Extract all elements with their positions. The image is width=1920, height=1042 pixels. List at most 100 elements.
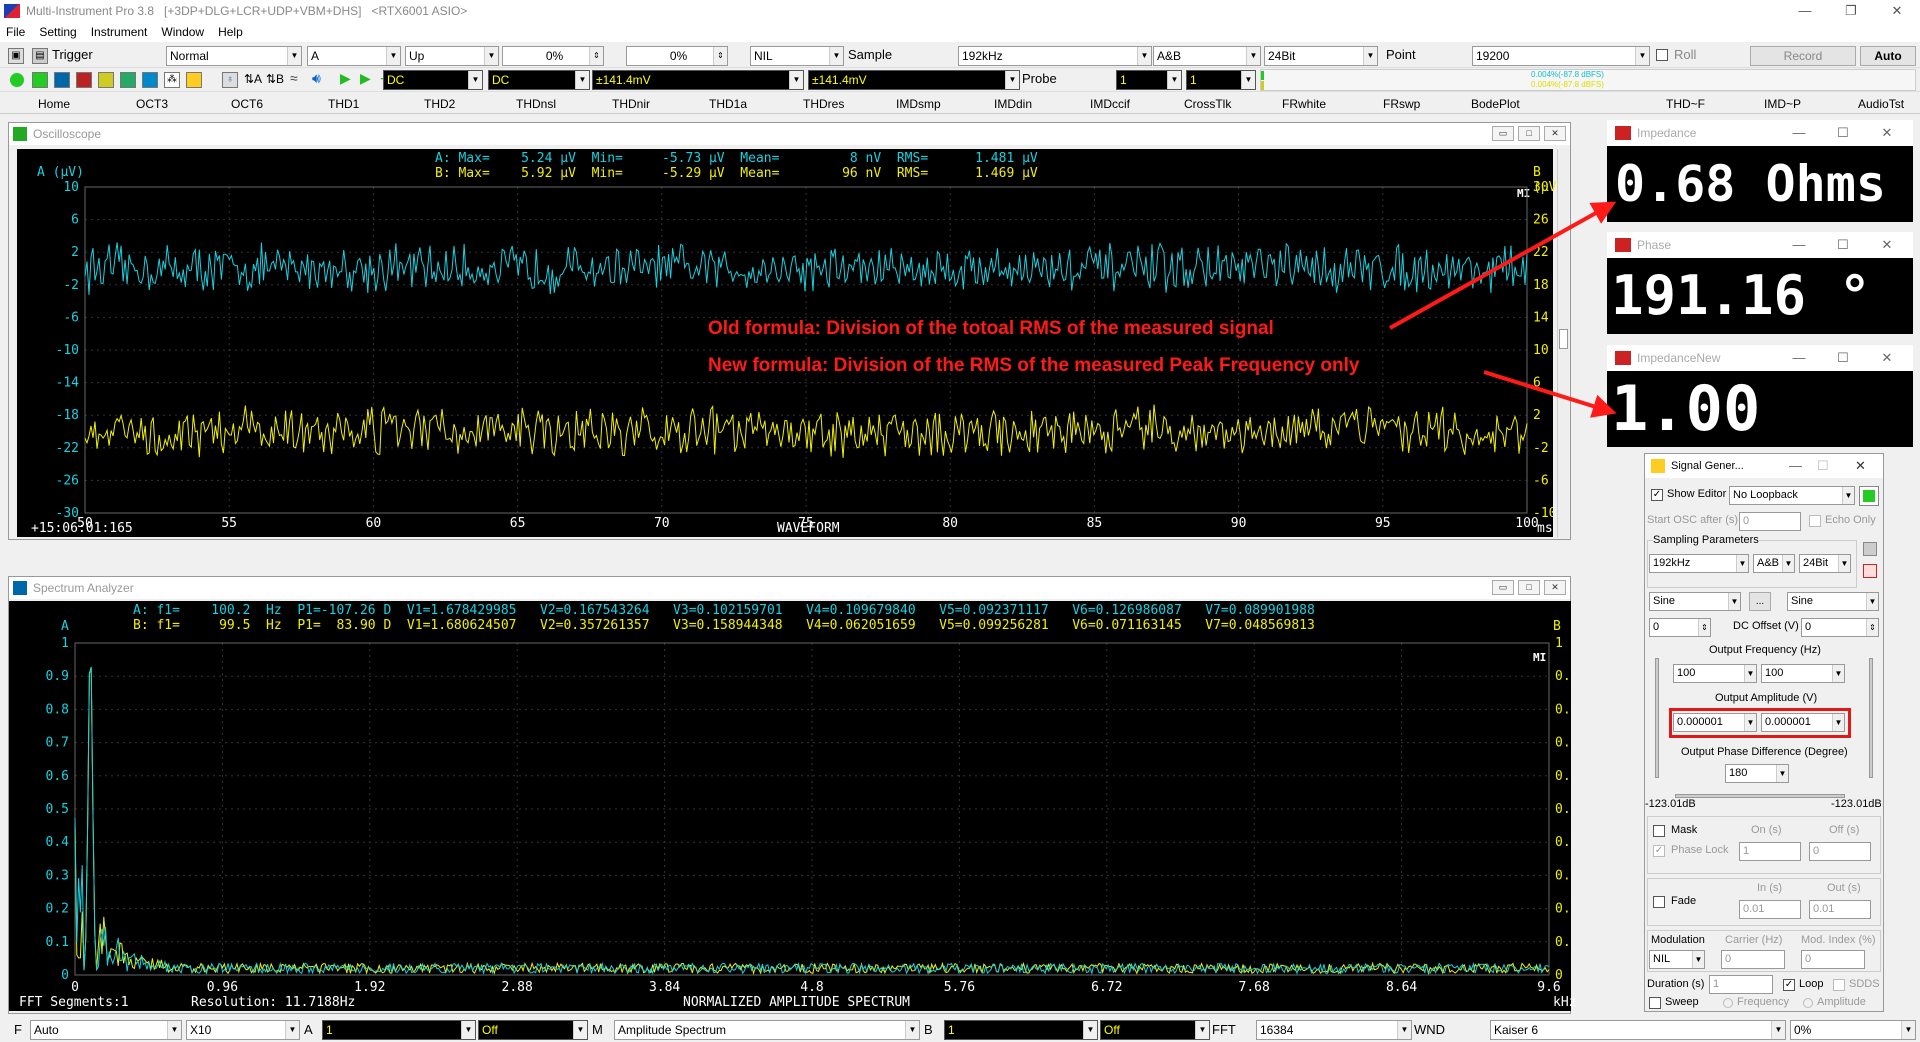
oscilloscope-display[interactable]: A: Max= 5.24 µV Min= -5.73 µV Mean= 8 nV… [17, 149, 1564, 537]
phase-difference-select[interactable]: 180 ▼ [1725, 764, 1789, 783]
osc-scrollbar[interactable] [1557, 149, 1569, 537]
tab-thd2[interactable]: THD2 [424, 97, 455, 111]
minimize-icon[interactable]: — [1789, 458, 1802, 473]
probe-a-select[interactable]: 1 ▼ [1116, 70, 1182, 90]
maximize-icon[interactable]: ☐ [1821, 345, 1865, 371]
fade-in-input[interactable]: 0.01 [1739, 900, 1801, 919]
minimize-icon[interactable]: ▭ [1492, 126, 1514, 141]
spectrum-icon[interactable] [54, 72, 70, 88]
menu-help[interactable]: Help [218, 25, 243, 39]
dc-offset-b-input[interactable]: 0 ⇕ [1801, 618, 1879, 637]
phase-plot-icon[interactable] [120, 72, 136, 88]
amplitude-b-slider[interactable] [1869, 658, 1873, 778]
amplitude-a-select[interactable]: 0.000001 ▼ [1673, 713, 1757, 732]
sweep-frequency-radio[interactable] [1723, 998, 1733, 1008]
sdds-checkbox[interactable] [1833, 979, 1845, 991]
stepper-icon[interactable]: ⇕ [713, 47, 727, 65]
probe-b-select[interactable]: 1 ▼ [1186, 70, 1256, 90]
tab-oct3[interactable]: OCT3 [136, 97, 168, 111]
play-loop-icon[interactable]: ▶ [360, 70, 371, 87]
amplitude-a-slider[interactable] [1655, 658, 1659, 778]
window-function-select[interactable]: Kaiser 6 ▼ [1490, 1020, 1786, 1040]
close-icon[interactable]: ✕ [1865, 120, 1909, 146]
maximize-icon[interactable]: □ [1518, 580, 1540, 595]
a-off-select[interactable]: Off ▼ [478, 1020, 588, 1040]
duration-input[interactable]: 1 [1709, 975, 1773, 994]
minimize-icon[interactable]: ▭ [1492, 580, 1514, 595]
fade-checkbox[interactable] [1653, 896, 1665, 908]
calibration-icon[interactable]: ♁ [222, 72, 238, 88]
carrier-input[interactable]: 0 [1721, 950, 1785, 969]
channel-b-icon[interactable]: ⇅B [266, 72, 284, 86]
spectrogram-icon[interactable] [76, 72, 92, 88]
frequency-a-select[interactable]: 100 ▼ [1673, 664, 1757, 683]
trigger-level-stepper[interactable]: 0% ⇕ [502, 46, 604, 66]
sweep-checkbox[interactable] [1649, 997, 1661, 1009]
show-editor-checkbox[interactable]: ✓ [1651, 489, 1663, 501]
tab-oct6[interactable]: OCT6 [231, 97, 263, 111]
tab-bodeplot[interactable]: BodePlot [1471, 97, 1520, 111]
device-test-icon[interactable]: ⁂ [164, 72, 180, 88]
loop-checkbox[interactable]: ✓ [1783, 979, 1795, 991]
sample-rate-select[interactable]: 192kHz ▼ [958, 46, 1152, 66]
close-icon[interactable]: ✕ [1544, 580, 1566, 595]
b-channel-select[interactable]: 1 ▼ [944, 1020, 1098, 1040]
mask-off-input[interactable]: 0 [1809, 842, 1871, 861]
restore-icon[interactable]: ❐ [1828, 0, 1874, 22]
minimize-icon[interactable]: — [1777, 120, 1821, 146]
waveform-b-select[interactable]: Sine ▼ [1787, 592, 1879, 611]
trigger-mode-select[interactable]: Normal ▼ [166, 46, 302, 66]
save-icon[interactable] [1863, 542, 1877, 556]
menu-window[interactable]: Window [161, 25, 204, 39]
mask-on-input[interactable]: 1 [1739, 842, 1801, 861]
spectrum-display[interactable]: A: f1= 100.2 Hz P1=-107.26 D V1=1.678429… [9, 601, 1576, 1011]
mask-checkbox[interactable] [1653, 825, 1665, 837]
echo-only-checkbox[interactable] [1809, 515, 1821, 527]
b-off-select[interactable]: Off ▼ [1100, 1020, 1210, 1040]
coupling-b-select[interactable]: DC ▼ [488, 70, 590, 90]
waveform-editor-icon[interactable] [1863, 564, 1877, 578]
generator-toggle[interactable] [1859, 486, 1879, 506]
tab-thd1[interactable]: THD1 [328, 97, 359, 111]
close-icon[interactable]: ✕ [1874, 0, 1920, 22]
stepper-icon[interactable]: ⇕ [589, 47, 603, 65]
tab-thd1a[interactable]: THD1a [709, 97, 747, 111]
tab-thdres[interactable]: THDres [803, 97, 844, 111]
channels-select[interactable]: A&B ▼ [1153, 46, 1261, 66]
a-channel-select[interactable]: 1 ▼ [322, 1020, 476, 1040]
menu-file[interactable]: File [6, 25, 25, 39]
points-select[interactable]: 19200 ▼ [1472, 46, 1650, 66]
nil-select[interactable]: NIL ▼ [750, 46, 844, 66]
sweep-amplitude-radio[interactable] [1803, 998, 1813, 1008]
tab-home[interactable]: Home [38, 97, 70, 111]
menu-instrument[interactable]: Instrument [91, 25, 148, 39]
tab-imddin[interactable]: IMDdin [994, 97, 1032, 111]
siggen-channel-select[interactable]: A&B ▼ [1753, 554, 1795, 573]
record-button[interactable]: Record [1750, 46, 1856, 66]
percent-select[interactable]: 0% ▼ [1790, 1020, 1916, 1040]
range-b-select[interactable]: ±141.4mV ▼ [808, 70, 1020, 90]
tab-crosstlk[interactable]: CrossTlk [1184, 97, 1231, 111]
channel-a-icon[interactable]: ⇅A [244, 72, 262, 86]
signal-icon[interactable]: ≈ [290, 70, 298, 86]
tab-thdnir[interactable]: THDnir [612, 97, 650, 111]
run-indicator-icon[interactable] [10, 73, 24, 87]
balance-slider[interactable] [1675, 794, 1845, 798]
f-mode-select[interactable]: Auto ▼ [30, 1020, 182, 1040]
multimeter-icon[interactable] [98, 72, 114, 88]
zoom-select[interactable]: X10 ▼ [186, 1020, 300, 1040]
minimize-icon[interactable]: — [1777, 232, 1821, 258]
play-icon[interactable]: ▶ [340, 70, 351, 87]
close-icon[interactable]: ✕ [1865, 232, 1909, 258]
maximize-icon[interactable]: ☐ [1821, 120, 1865, 146]
menu-setting[interactable]: Setting [39, 25, 76, 39]
coupling-a-select[interactable]: DC ▼ [383, 70, 483, 90]
close-icon[interactable]: ✕ [1855, 458, 1866, 474]
auto-button[interactable]: Auto [1860, 46, 1916, 66]
camera-icon[interactable]: ▣ [8, 48, 24, 64]
maximize-icon[interactable]: ☐ [1817, 458, 1829, 474]
stepper-icon[interactable]: ⇕ [1866, 619, 1878, 636]
minimize-icon[interactable]: — [1777, 345, 1821, 371]
modulation-select[interactable]: NIL ▼ [1649, 950, 1705, 969]
dc-offset-a-input[interactable]: 0 ⇕ [1649, 618, 1711, 637]
